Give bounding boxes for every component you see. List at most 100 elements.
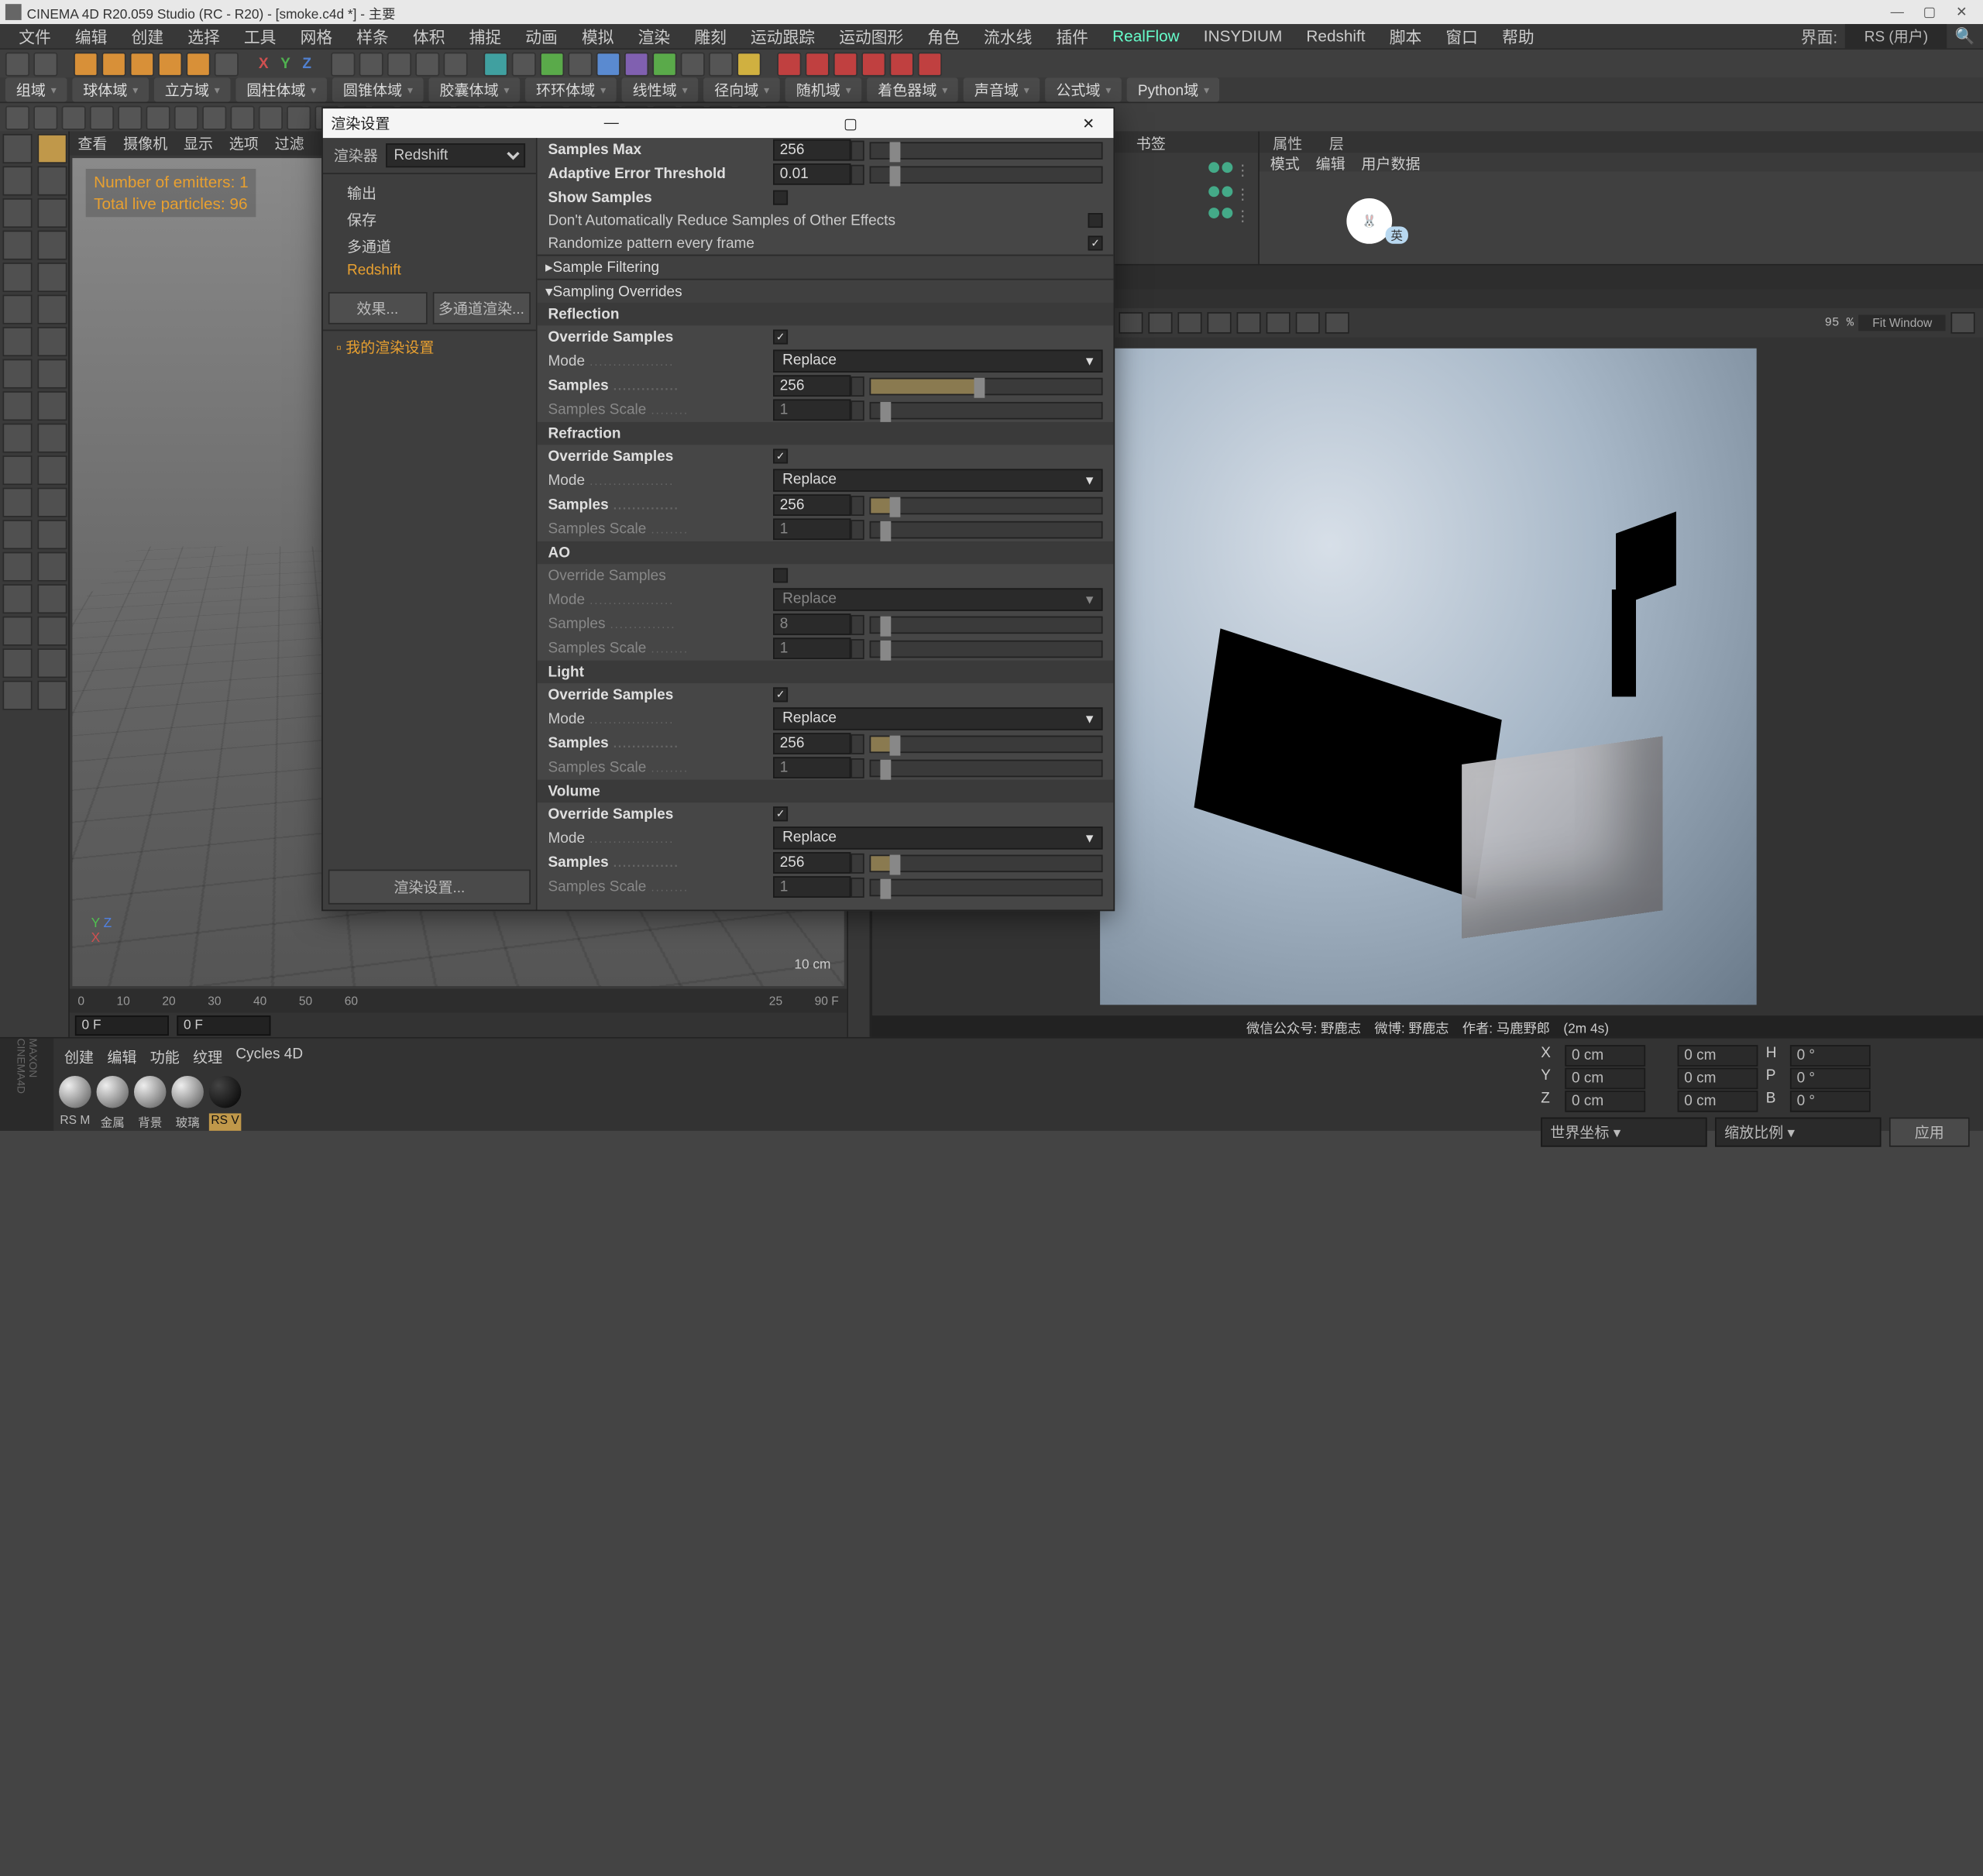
spinner-icon[interactable] (851, 376, 864, 396)
field-pill[interactable]: 径向域▾ (703, 77, 780, 101)
mode-icon[interactable] (2, 166, 32, 195)
menu-9[interactable]: 动画 (514, 25, 568, 47)
override-checkbox[interactable]: ✓ (773, 330, 788, 345)
axis-y-label[interactable]: Y (277, 56, 294, 72)
mode-icon[interactable] (2, 424, 32, 453)
rv-region-icon[interactable] (1266, 312, 1290, 334)
checkbox[interactable]: ✓ (1088, 235, 1103, 250)
effects-button[interactable]: 效果... (328, 292, 427, 325)
menu-0[interactable]: 文件 (8, 25, 61, 47)
render-active-icon[interactable] (919, 52, 943, 76)
undo-icon[interactable] (5, 52, 29, 76)
mode-icon[interactable] (37, 424, 67, 453)
rv-grid-icon[interactable] (1148, 312, 1172, 334)
rv-circle-icon[interactable] (1207, 312, 1231, 334)
deformer-icon[interactable] (625, 52, 649, 76)
mode-icon[interactable] (2, 552, 32, 582)
attr-submenu[interactable]: 用户数据 (1361, 153, 1420, 171)
menu-6[interactable]: 样条 (345, 25, 399, 47)
search-icon[interactable]: 🔍 (1955, 27, 1975, 46)
frame-start-input[interactable] (75, 1015, 169, 1035)
override-checkbox[interactable]: ✓ (773, 687, 788, 702)
mode-select[interactable]: Replace▾ (773, 707, 1103, 730)
minimize-button[interactable]: — (1882, 5, 1914, 19)
mode-icon[interactable] (2, 584, 32, 613)
menu-18[interactable]: RealFlow (1101, 27, 1190, 46)
deformer-icon[interactable] (596, 52, 620, 76)
override-checkbox[interactable] (773, 568, 788, 582)
apply-button[interactable]: 应用 (1889, 1118, 1970, 1147)
menu-1[interactable]: 编辑 (64, 25, 118, 47)
vp-menu-item[interactable]: 过滤 (275, 132, 304, 154)
param-slider[interactable] (870, 166, 1103, 183)
mode-icon[interactable] (37, 198, 67, 228)
checkbox[interactable] (1088, 213, 1103, 228)
rv-lock-icon[interactable] (1119, 312, 1143, 334)
menu-19[interactable]: INSYDIUM (1193, 27, 1293, 46)
mode-icon[interactable] (37, 134, 67, 163)
renderer-select[interactable]: Redshift (386, 143, 525, 167)
render-tree-item[interactable]: 保存 (323, 206, 536, 233)
param-slider[interactable] (870, 141, 1103, 158)
scale-icon[interactable] (130, 52, 154, 76)
rotate-icon[interactable] (158, 52, 182, 76)
spinner-icon[interactable] (851, 164, 864, 184)
vp-menu-item[interactable]: 显示 (184, 132, 213, 154)
field-pill[interactable]: 胶囊体域▾ (429, 77, 521, 101)
mode-icon[interactable] (37, 584, 67, 613)
tool-icon[interactable] (332, 52, 356, 76)
menu-23[interactable]: 帮助 (1491, 25, 1545, 47)
spinner-icon[interactable] (851, 853, 864, 873)
mode-select[interactable]: Replace▾ (773, 469, 1103, 491)
mode-icon[interactable] (2, 263, 32, 292)
timeline-ruler[interactable]: 01020304050602590 F (70, 989, 847, 1013)
mode-icon[interactable] (37, 681, 67, 710)
menu-20[interactable]: Redshift (1296, 27, 1376, 46)
material-ball[interactable] (171, 1076, 204, 1108)
field-pill[interactable]: 球体域▾ (72, 77, 149, 101)
axis-z-label[interactable]: Z (298, 56, 315, 72)
render-tree-item[interactable]: 多通道 (323, 233, 536, 260)
attr-submenu[interactable]: 模式 (1270, 153, 1300, 171)
render-tree-item[interactable]: Redshift (323, 260, 536, 282)
tool-icon[interactable] (359, 52, 383, 76)
mode-icon[interactable] (37, 391, 67, 421)
samples-slider[interactable] (870, 496, 1103, 514)
axis-x-label[interactable]: X (255, 56, 273, 72)
mode-icon[interactable] (2, 617, 32, 646)
mode-icon[interactable] (37, 488, 67, 517)
menu-5[interactable]: 网格 (290, 25, 343, 47)
samples-input[interactable]: 256 (773, 852, 851, 874)
rv-grid-icon[interactable] (1177, 312, 1201, 334)
field-pill[interactable]: 公式域▾ (1046, 77, 1122, 101)
mode-icon[interactable] (2, 488, 32, 517)
layout-select[interactable]: RS (用户) (1845, 24, 1947, 48)
mode-icon[interactable] (2, 295, 32, 325)
redo-icon[interactable] (33, 52, 57, 76)
field-pill[interactable]: 随机域▾ (785, 77, 862, 101)
menu-8[interactable]: 捕捉 (459, 25, 512, 47)
mode-icon[interactable] (37, 295, 67, 325)
menu-21[interactable]: 脚本 (1379, 25, 1432, 47)
attr-tab[interactable]: 属性 (1260, 132, 1316, 153)
coord-mode-select[interactable]: 缩放比例 ▾ (1715, 1118, 1881, 1147)
coord-space-select[interactable]: 世界坐标 ▾ (1541, 1118, 1706, 1147)
mode-icon[interactable] (2, 134, 32, 163)
field-pill[interactable]: 圆柱体域▾ (236, 77, 328, 101)
dialog-maximize-icon[interactable]: ▢ (833, 115, 868, 132)
plus-icon[interactable] (215, 52, 239, 76)
tool-icon[interactable] (231, 105, 255, 129)
tool-icon[interactable] (62, 105, 86, 129)
menu-12[interactable]: 雕刻 (683, 25, 737, 47)
tool-icon[interactable] (174, 105, 198, 129)
menu-13[interactable]: 运动跟踪 (740, 25, 826, 47)
samples-input[interactable]: 256 (773, 494, 851, 516)
deformer-icon[interactable] (681, 52, 705, 76)
render-settings-button[interactable]: 渲染设置... (328, 870, 531, 905)
field-pill[interactable]: 声音域▾ (964, 77, 1040, 101)
my-render-preset[interactable]: ▫ 我的渲染设置 (323, 330, 536, 363)
vp-menu-item[interactable]: 摄像机 (123, 132, 167, 154)
render-settings-icon[interactable] (862, 52, 886, 76)
menu-7[interactable]: 体积 (402, 25, 455, 47)
material-ball[interactable] (209, 1076, 242, 1108)
